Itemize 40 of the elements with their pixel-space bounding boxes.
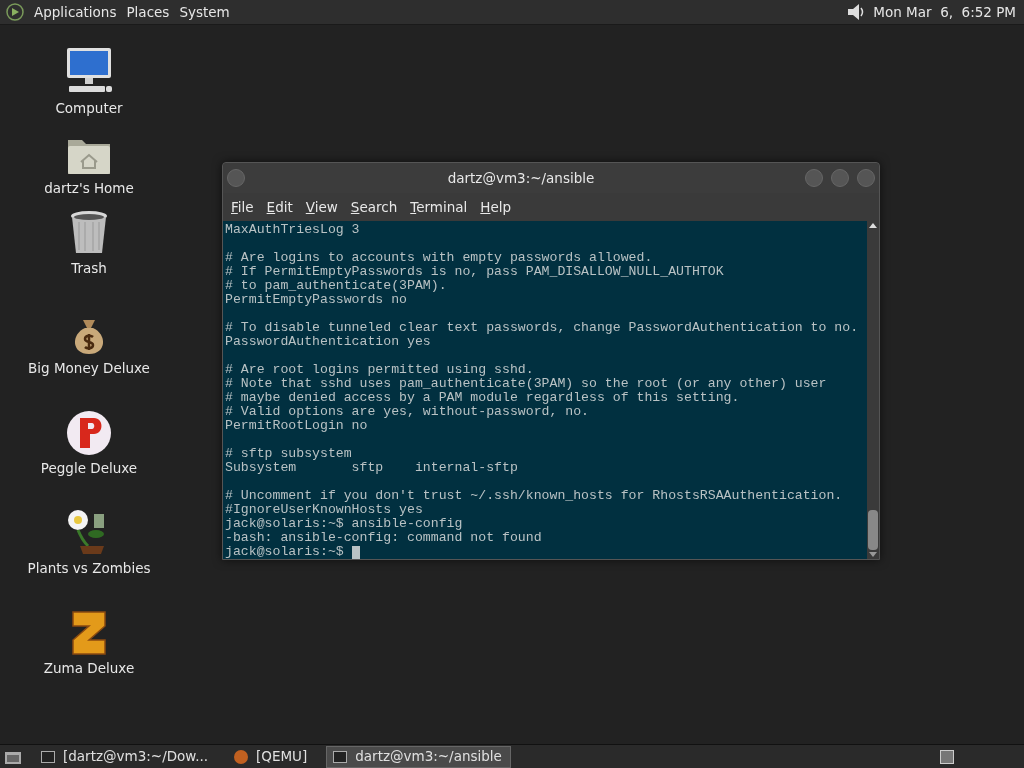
terminal-line: #IgnoreUserKnownHosts yes	[225, 503, 423, 517]
terminal-line: PermitRootLogin no	[225, 419, 368, 433]
terminal-line: # Valid options are yes, without-password, no.	[225, 405, 590, 419]
terminal-line: PasswordAuthentication yes	[225, 335, 431, 349]
panel-menu[interactable]: Applications	[34, 1, 117, 23]
terminal-line: # sftp subsystem	[225, 447, 352, 461]
desktop-icon-label[interactable]: Peggle Deluxe	[40, 457, 138, 478]
terminal-line: # maybe denied access by a PAM module regardless of this setting.	[225, 391, 740, 405]
desktop-icon-label[interactable]: dartz's Home	[44, 177, 134, 198]
panel-menu[interactable]: Places	[126, 1, 170, 23]
desktop-icon-label[interactable]: Plants vs Zombies	[27, 557, 151, 578]
taskbar-button[interactable]: dartz@vm3:~/ansible	[326, 745, 511, 768]
panel-menu[interactable]: System	[179, 1, 230, 23]
terminal-line: MaxAuthTriesLog 3	[225, 223, 360, 237]
terminal-line: jack@solaris:~$ ansible-config	[225, 517, 463, 531]
desktop-icon-label[interactable]: Big Money Deluxe	[28, 357, 150, 378]
menu-item[interactable]: Help	[480, 196, 512, 218]
terminal-line: # Uncomment if you don't trust ~/.ssh/known_hosts for RhostsRSAAuthentication.	[225, 489, 843, 503]
menu-item[interactable]: File	[231, 196, 254, 218]
terminal-line: # Note that sshd uses pam_authenticate(3PAM) so the root (or any other) user	[225, 377, 827, 391]
terminal-prompt: jack@solaris:~$	[225, 545, 345, 559]
menu-item[interactable]: View	[305, 196, 338, 218]
terminal-line: # to pam_authenticate(3PAM).	[225, 279, 447, 293]
taskbar-button[interactable]: [dartz@vm3:~/Dow...	[34, 745, 215, 768]
menu-item[interactable]: Search	[350, 196, 398, 218]
taskbar-button[interactable]: [QEMU]	[227, 745, 315, 768]
menu-item[interactable]: Terminal	[410, 196, 468, 218]
terminal-line: # If PermitEmptyPasswords is no, pass PAM_DISALLOW_NULL_AUTHTOK	[225, 265, 724, 279]
window-title: dartz@vm3:~/ansible	[446, 168, 596, 188]
menu-item[interactable]: Edit	[266, 196, 293, 218]
terminal-line: # To disable tunneled clear text passwords, change PasswordAuthentication to no.	[225, 321, 859, 335]
terminal-line: # Are root logins permitted using sshd.	[225, 363, 534, 377]
desktop-icon-label[interactable]: Trash	[71, 257, 107, 278]
terminal-line: -bash: ansible-config: command not found	[225, 531, 542, 545]
desktop-icon-label[interactable]: Computer	[55, 98, 123, 119]
terminal-line: PermitEmptyPasswords no	[225, 293, 408, 307]
clock[interactable]: Mon Mar 6, 6:52 PM	[873, 1, 1016, 23]
terminal-line: # Are logins to accounts with empty passwords allowed.	[225, 251, 653, 265]
desktop-icon-label[interactable]: Zuma Deluxe	[43, 657, 135, 678]
terminal-line: Subsystem sftp internal-sftp	[225, 461, 518, 475]
